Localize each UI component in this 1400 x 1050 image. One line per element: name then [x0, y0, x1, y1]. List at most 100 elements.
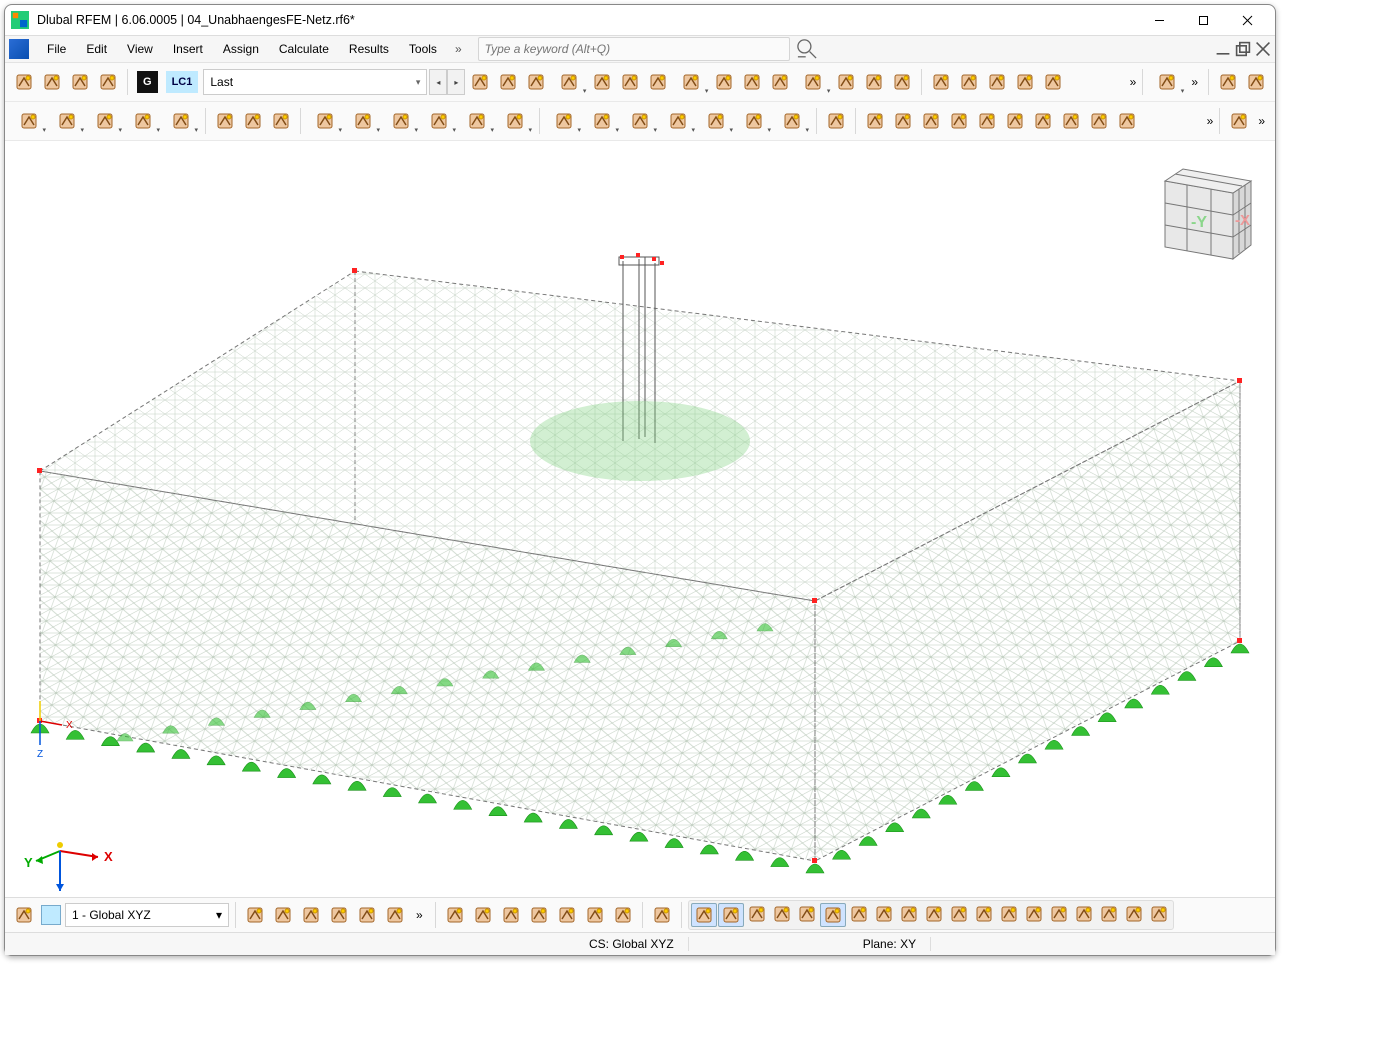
new-line[interactable]: ▾	[49, 108, 85, 134]
new-node[interactable]: ▾	[11, 108, 47, 134]
select-member[interactable]: ▾	[660, 108, 696, 134]
next-load[interactable]	[495, 69, 521, 95]
grid-toggle[interactable]	[1226, 108, 1252, 134]
menu-file[interactable]: File	[39, 39, 74, 59]
move-wp[interactable]	[242, 902, 268, 928]
check[interactable]	[1114, 108, 1140, 134]
minimize-button[interactable]	[1137, 6, 1181, 34]
results-values[interactable]	[645, 69, 671, 95]
menu-assign[interactable]: Assign	[215, 39, 267, 59]
snap-mid[interactable]	[770, 903, 794, 925]
mesh-options[interactable]	[889, 69, 915, 95]
cloud-2[interactable]	[1012, 69, 1038, 95]
new-model[interactable]	[928, 69, 954, 95]
menu-results[interactable]: Results	[341, 39, 397, 59]
support-3[interactable]	[268, 108, 294, 134]
load-area[interactable]: ▾	[383, 108, 419, 134]
snap-int[interactable]	[795, 903, 819, 925]
snap-perp[interactable]	[820, 903, 846, 927]
view-eye-2[interactable]	[739, 69, 765, 95]
grid-mesh[interactable]	[1058, 108, 1084, 134]
run-solve[interactable]	[523, 69, 549, 95]
snap-layer[interactable]	[1072, 903, 1096, 925]
filter[interactable]	[862, 108, 888, 134]
show-loads[interactable]	[589, 69, 615, 95]
show-hide[interactable]	[617, 69, 643, 95]
coord-system-combo[interactable]: 1 - Global XYZ▾	[65, 903, 229, 927]
snap-magnet[interactable]	[718, 903, 744, 927]
menu-insert[interactable]: Insert	[165, 39, 211, 59]
color-swatch-2[interactable]	[95, 69, 121, 95]
toolbar-overflow-icon[interactable]: »	[1254, 114, 1269, 128]
new-member[interactable]: ▾	[87, 108, 123, 134]
mdi-close-icon[interactable]	[1255, 41, 1271, 57]
snap-circle[interactable]	[897, 903, 921, 925]
star-wp[interactable]	[382, 902, 408, 928]
view-eye-3[interactable]: ▾	[795, 69, 831, 95]
section-view[interactable]	[833, 69, 859, 95]
cube-view[interactable]	[1030, 108, 1056, 134]
select-special[interactable]: ▾	[546, 108, 582, 134]
align-bottom[interactable]	[39, 69, 65, 95]
snap-face[interactable]	[997, 903, 1021, 925]
load-free[interactable]: ▾	[459, 108, 495, 134]
copy-special[interactable]: ▾	[698, 108, 734, 134]
menu-view[interactable]: View	[119, 39, 161, 59]
menu-tools[interactable]: Tools	[401, 39, 445, 59]
view-cube[interactable]: -Y -X	[1135, 159, 1255, 279]
new-surface[interactable]: ▾	[125, 108, 161, 134]
snap-obj[interactable]	[1047, 903, 1071, 925]
loadcase-combo[interactable]: Last▾	[203, 69, 427, 95]
color-swatch-1[interactable]	[67, 69, 93, 95]
snap-rot[interactable]	[1147, 903, 1171, 925]
grid-select[interactable]: ▾	[584, 108, 620, 134]
loadcase-spinner[interactable]: ◂▸	[429, 69, 465, 95]
snap-rect[interactable]	[1097, 903, 1121, 925]
zoom-find[interactable]	[1215, 69, 1241, 95]
show-deformation[interactable]: ▾	[551, 69, 587, 95]
rotate-wp[interactable]	[270, 902, 296, 928]
wall[interactable]	[1002, 108, 1028, 134]
support-2[interactable]	[240, 108, 266, 134]
close-button[interactable]	[1225, 6, 1269, 34]
search-box[interactable]	[478, 37, 790, 61]
results-format[interactable]: ▾	[673, 69, 709, 95]
menu-calculate[interactable]: Calculate	[271, 39, 337, 59]
maximize-button[interactable]	[1181, 6, 1225, 34]
align-top[interactable]	[11, 69, 37, 95]
flip-wp[interactable]	[326, 902, 352, 928]
search-settings-icon[interactable]	[794, 36, 820, 62]
snap-ellipse[interactable]	[922, 903, 946, 925]
mdi-restore-icon[interactable]	[1235, 41, 1251, 57]
vis-7[interactable]	[610, 902, 636, 928]
load-options[interactable]: ▾	[497, 108, 533, 134]
mdi-minimize-icon[interactable]	[1215, 41, 1231, 57]
view-eye-1[interactable]	[711, 69, 737, 95]
vis-2[interactable]	[470, 902, 496, 928]
new-solid[interactable]: ▾	[163, 108, 199, 134]
vis-1[interactable]	[442, 902, 468, 928]
dimension[interactable]	[823, 108, 849, 134]
snap-bg[interactable]	[1022, 903, 1046, 925]
vis-3[interactable]	[498, 902, 524, 928]
mesh-settings[interactable]	[861, 69, 887, 95]
select-arrow[interactable]: ▾	[1149, 69, 1185, 95]
menu-edit[interactable]: Edit	[78, 39, 115, 59]
menu-overflow-icon[interactable]: »	[449, 42, 468, 56]
section[interactable]	[946, 108, 972, 134]
snap-quad[interactable]	[1122, 903, 1146, 925]
snap-end[interactable]	[745, 903, 769, 925]
vis-6[interactable]	[582, 902, 608, 928]
snap-edge[interactable]	[972, 903, 996, 925]
load-line[interactable]: ▾	[345, 108, 381, 134]
select-line[interactable]: ▾	[622, 108, 658, 134]
zoom-previous[interactable]	[1243, 69, 1269, 95]
ucs-icon[interactable]	[649, 902, 675, 928]
toolbar-overflow-icon[interactable]: »	[1207, 114, 1214, 128]
toolbar-overflow-icon[interactable]: »	[1130, 75, 1137, 89]
prev-load[interactable]	[467, 69, 493, 95]
load-node[interactable]: ▾	[307, 108, 343, 134]
vis-5[interactable]	[554, 902, 580, 928]
offset-wp[interactable]	[298, 902, 324, 928]
snap-grid[interactable]	[691, 903, 717, 927]
